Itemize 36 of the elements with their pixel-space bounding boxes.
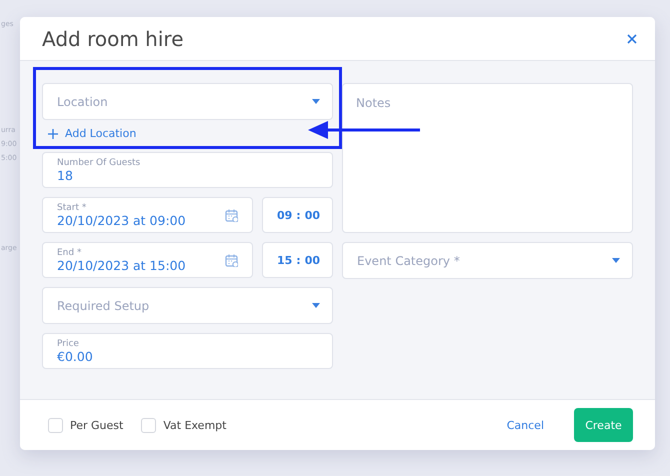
add-location-link[interactable]: Add Location [42,127,136,140]
input-field[interactable]: Price €0.00 [42,333,333,369]
dropdown-caret-icon [312,99,320,104]
close-button[interactable] [625,32,639,46]
hour-value: 15 [277,254,292,266]
plus-icon [48,128,58,138]
calendar-icon [225,254,238,266]
checkbox[interactable] [48,418,63,432]
select-field[interactable]: Event Category * [342,242,633,279]
date-field[interactable]: End * 20/10/2023 at 15:00 [42,242,253,278]
dialog-title: Add room hire [42,26,184,50]
notes-field[interactable]: Notes [342,83,633,233]
select-field[interactable]: Location [42,83,333,120]
date-value: 20/10/2023 at 09:00 [57,212,187,228]
date-value: 20/10/2023 at 15:00 [57,258,187,272]
time-separator: : [296,208,301,222]
checkbox-label: Vat Exempt [163,418,226,432]
checkbox-label: Per Guest [70,418,124,432]
cancel-button[interactable]: Cancel [502,414,548,436]
close-icon [627,34,637,44]
create-button[interactable]: Create [574,408,633,442]
dropdown-caret-icon [612,258,620,263]
time-field[interactable]: 09 : 00 [262,197,333,233]
input-field[interactable]: Number Of Guests 18 [42,152,333,188]
time-separator: : [296,254,301,266]
date-field[interactable]: Start * 20/10/2023 at 09:00 [42,197,253,233]
calendar-icon [225,208,238,222]
minute-value: 00 [304,208,320,222]
select-field[interactable]: Required Setup [42,287,333,324]
hour-value: 09 [277,208,292,222]
dropdown-caret-icon [312,303,320,308]
field-label: End * [57,248,82,258]
field-label: Start * [57,202,88,212]
time-field[interactable]: 15 : 00 [262,242,333,278]
checkbox[interactable] [141,418,156,432]
minute-value: 00 [304,254,320,266]
